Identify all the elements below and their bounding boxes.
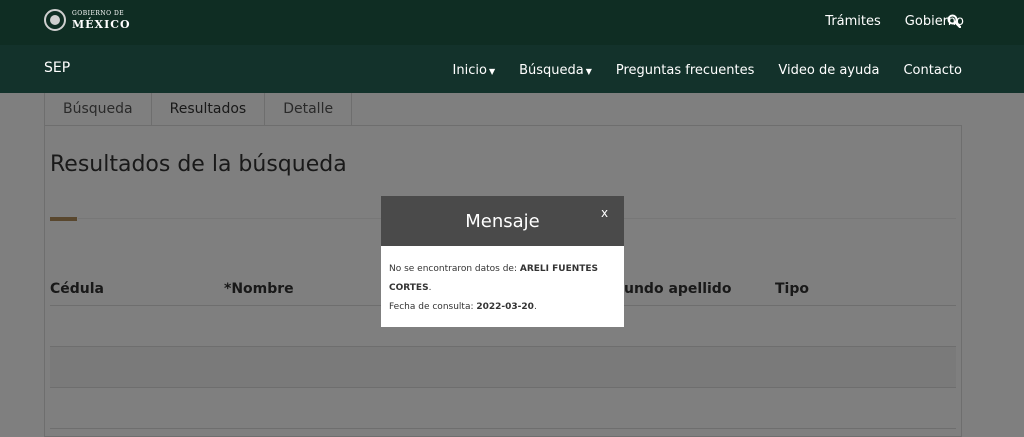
- dialog-header: Mensaje x: [381, 196, 624, 246]
- caret-down-icon: ▼: [488, 67, 496, 76]
- message-dialog: Mensaje x No se encontraron datos de: AR…: [381, 196, 624, 327]
- logo-line2: MÉXICO: [72, 17, 131, 31]
- site-title[interactable]: SEP: [44, 60, 70, 76]
- consult-date: 2022-03-20: [476, 302, 534, 312]
- close-button[interactable]: x: [601, 206, 608, 220]
- sep-nav-bar: SEP Inicio ▼ Búsqueda ▼ Preguntas frecuent…: [0, 45, 1024, 93]
- name-period: .: [428, 283, 432, 293]
- consult-date-line: Fecha de consulta: 2022-03-20.: [389, 298, 616, 317]
- date-prefix: Fecha de consulta:: [389, 302, 477, 312]
- top-nav: Trámites Gobierno: [801, 14, 964, 29]
- no-data-message-cont: CORTES.: [389, 279, 616, 298]
- dialog-body: No se encontraron datos de: ARELI FUENTE…: [381, 246, 624, 317]
- nav-preguntas[interactable]: Preguntas frecuentes: [616, 63, 755, 78]
- searched-name-part1: ARELI FUENTES: [519, 264, 599, 274]
- nav-inicio-label: Inicio: [452, 63, 487, 78]
- logo-text: GOBIERNO DE MÉXICO: [72, 9, 131, 31]
- gobierno-logo[interactable]: GOBIERNO DE MÉXICO: [44, 9, 131, 31]
- main-nav: Inicio ▼ Búsqueda ▼ Preguntas frecuentes V…: [429, 63, 962, 78]
- searched-name-part2: CORTES: [389, 283, 429, 293]
- top-bar: GOBIERNO DE MÉXICO Trámites Gobierno: [0, 0, 1024, 45]
- eagle-seal-icon: [44, 9, 66, 31]
- logo-line1: GOBIERNO DE: [72, 9, 125, 17]
- caret-down-icon: ▼: [585, 67, 592, 76]
- dialog-title: Mensaje: [465, 211, 540, 232]
- no-data-prefix: No se encontraron datos de:: [389, 264, 520, 274]
- nav-contacto[interactable]: Contacto: [903, 63, 962, 78]
- nav-tramites[interactable]: Trámites: [825, 14, 881, 29]
- date-period: .: [533, 302, 537, 312]
- nav-inicio[interactable]: Inicio ▼: [453, 63, 496, 78]
- nav-video[interactable]: Video de ayuda: [778, 63, 879, 78]
- nav-busqueda[interactable]: Búsqueda ▼: [519, 63, 592, 78]
- search-icon[interactable]: [947, 14, 961, 28]
- nav-busqueda-label: Búsqueda: [519, 63, 584, 78]
- no-data-message: No se encontraron datos de: ARELI FUENTE…: [389, 260, 616, 279]
